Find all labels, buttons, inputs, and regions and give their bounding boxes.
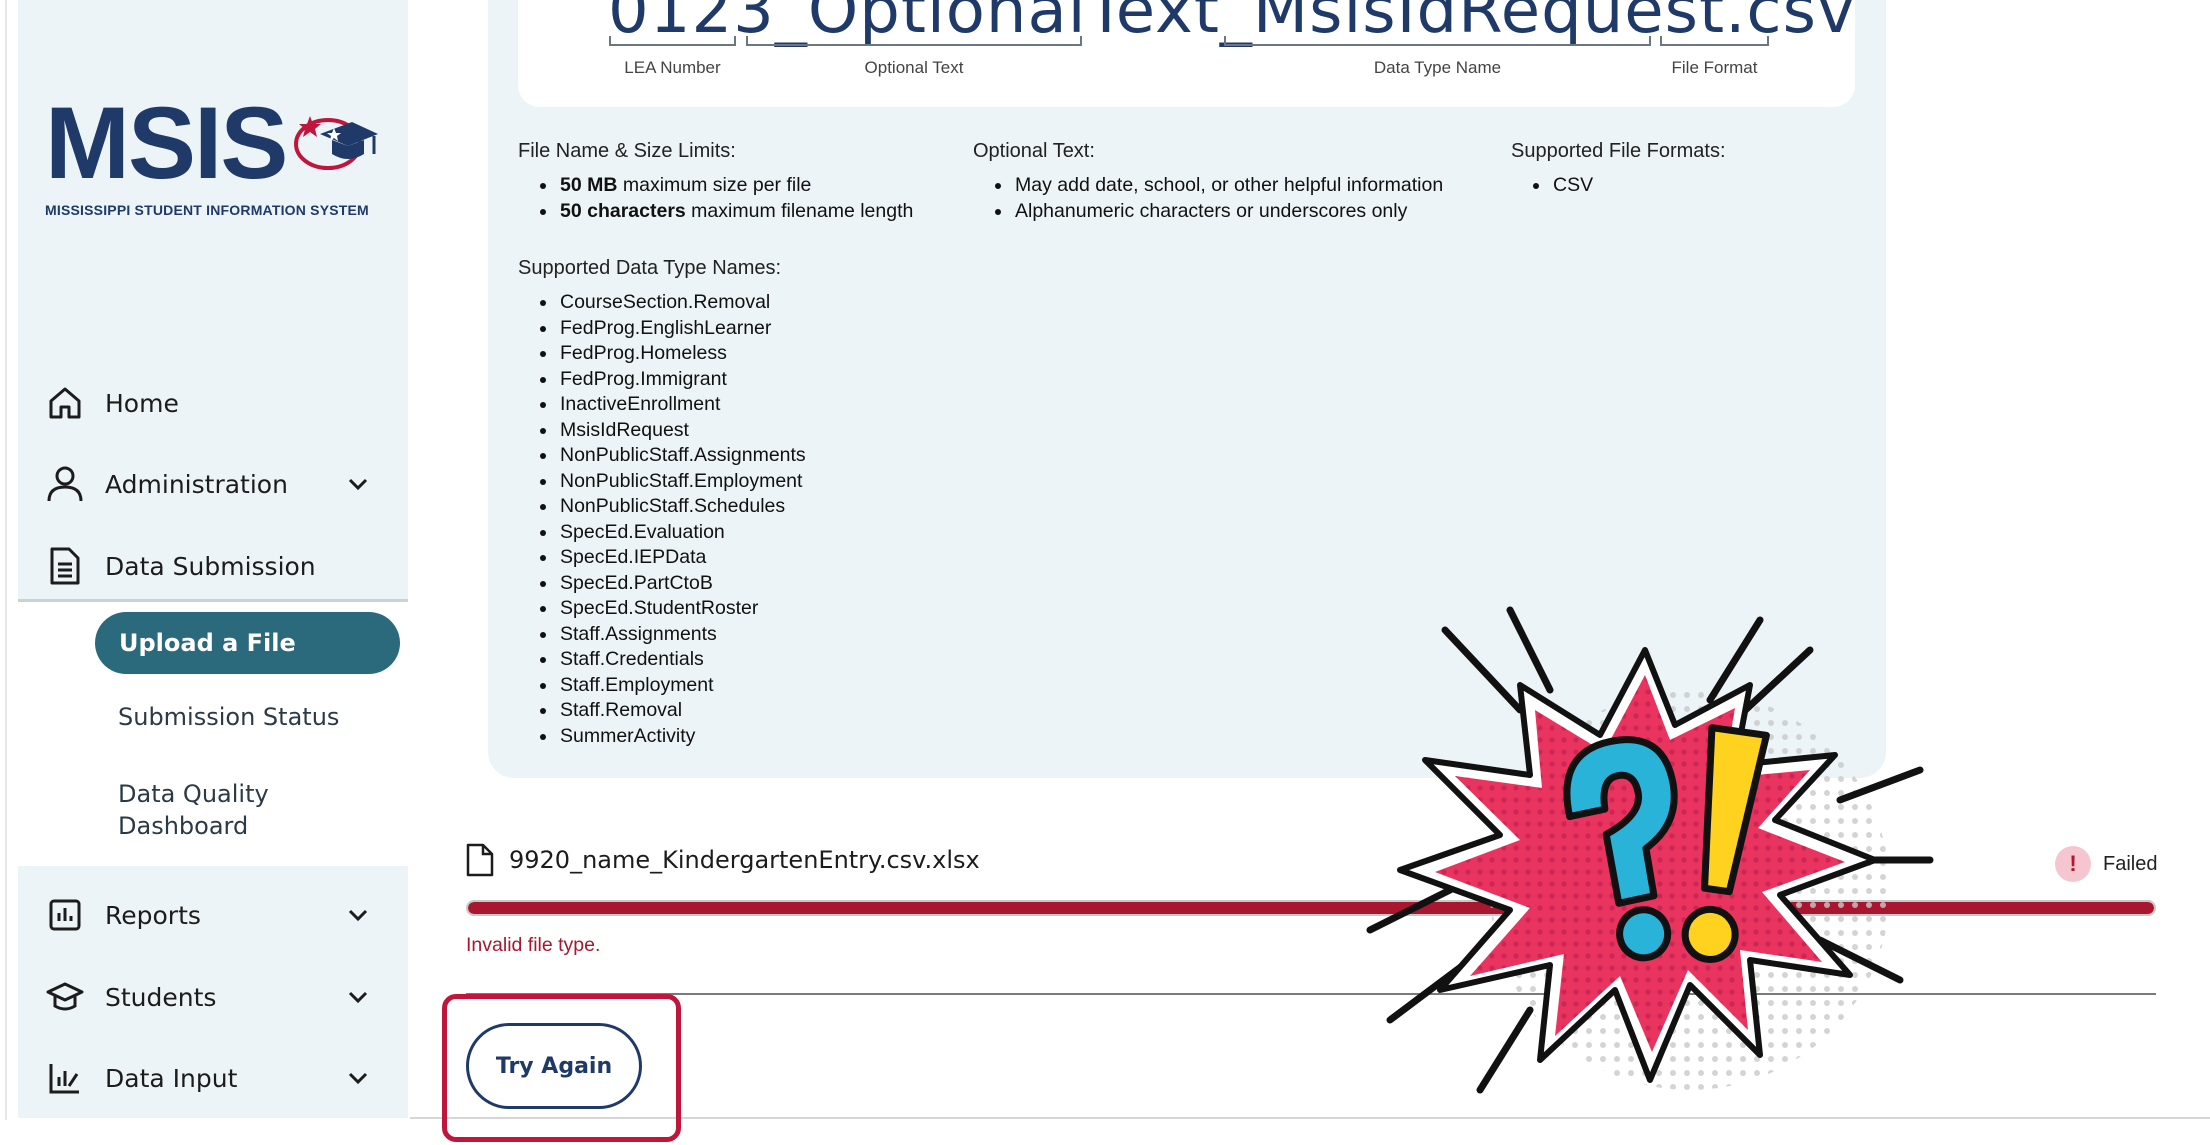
filename-format-card: 0123_OptionalText_MsisIdRequest.csv LEA … [518, 0, 1855, 107]
app-window: MSIS MISSISSIPPI STUDENT INFORMATION SYS… [0, 0, 2210, 1145]
list-item: 50 MB maximum size per file [558, 173, 913, 199]
sidebar-item-administration[interactable]: Administration [45, 459, 385, 509]
segment-label-lea-number: LEA Number [624, 58, 721, 77]
graduation-cap-icon [45, 977, 85, 1017]
sidebar-item-data-submission[interactable]: Data Submission [45, 541, 385, 591]
data-type-item: NonPublicStaff.Assignments [558, 443, 806, 469]
data-type-item: NonPublicStaff.Employment [558, 469, 806, 495]
file-icon [466, 843, 494, 877]
list-item: CSV [1551, 173, 1593, 199]
chevron-down-icon[interactable] [346, 472, 370, 496]
chevron-down-icon[interactable] [346, 985, 370, 1009]
graduation-cap-logo-icon [294, 116, 378, 170]
segment-bracket [1224, 36, 1651, 46]
sidebar-item-label: Students [105, 982, 217, 1012]
limit-value: 50 MB [560, 174, 618, 196]
sidebar-item-label: Home [105, 388, 179, 418]
user-icon [45, 464, 85, 504]
segment-bracket [609, 36, 736, 46]
data-type-item: FedProg.EnglishLearner [558, 316, 806, 342]
home-icon [45, 383, 85, 423]
upload-status: ! Failed [2055, 846, 2157, 882]
highlight-box [442, 994, 681, 1142]
formats-title: Supported File Formats: [1511, 140, 1726, 162]
data-type-item: Staff.Employment [558, 673, 806, 699]
data-input-icon [45, 1058, 85, 1098]
data-type-item: NonPublicStaff.Schedules [558, 494, 806, 520]
data-type-item: SpecEd.StudentRoster [558, 596, 806, 622]
optional-text-list: May add date, school, or other helpful i… [973, 173, 1443, 224]
data-type-item: InactiveEnrollment [558, 392, 806, 418]
sidebar-item-label: Reports [105, 900, 201, 930]
segment-bracket [1660, 36, 1769, 46]
sidebar-item-label: Data Input [105, 1063, 238, 1093]
sidebar-item-reports[interactable]: Reports [45, 890, 385, 940]
formats-list: CSV [1511, 173, 1593, 199]
list-item: May add date, school, or other helpful i… [1013, 173, 1443, 199]
optional-text-title: Optional Text: [973, 140, 1095, 162]
sidebar-subitem-submission-status[interactable]: Submission Status [118, 703, 339, 731]
uploaded-file-row: 9920_name_KindergartenEntry.csv.xlsx [465, 843, 980, 877]
sidebar-item-students[interactable]: Students [45, 972, 385, 1022]
sidebar-subitem-label-line: Data Quality [118, 780, 269, 808]
data-type-item: Staff.Removal [558, 698, 806, 724]
data-type-item: FedProg.Immigrant [558, 367, 806, 393]
error-icon: ! [2055, 846, 2091, 882]
data-type-item: SpecEd.IEPData [558, 545, 806, 571]
sidebar-item-label: Data Submission [105, 551, 316, 581]
chevron-down-icon[interactable] [346, 903, 370, 927]
data-types-list: CourseSection.RemovalFedProg.EnglishLear… [518, 290, 806, 749]
limit-text: maximum size per file [617, 174, 812, 196]
data-type-item: SpecEd.PartCtoB [558, 571, 806, 597]
limit-text: maximum filename length [685, 199, 914, 222]
data-type-item: SummerActivity [558, 724, 806, 750]
document-icon [45, 546, 85, 586]
list-item: Alphanumeric characters or underscores o… [1013, 199, 1443, 225]
sidebar-divider [18, 599, 408, 602]
data-type-item: Staff.Assignments [558, 622, 806, 648]
data-type-item: Staff.Credentials [558, 647, 806, 673]
segment-bracket [746, 36, 1082, 46]
limits-title: File Name & Size Limits: [518, 140, 736, 162]
chart-icon [45, 895, 85, 935]
list-item: 50 characters maximum filename length [558, 199, 913, 225]
segment-label-file-format: File Format [1671, 58, 1758, 77]
data-type-item: CourseSection.Removal [558, 290, 806, 316]
limits-list: 50 MB maximum size per file 50 character… [518, 173, 913, 224]
window-edge [5, 0, 7, 1120]
data-type-item: SpecEd.Evaluation [558, 520, 806, 546]
data-types-title: Supported Data Type Names: [518, 257, 782, 279]
sidebar-subitem-upload-a-file[interactable]: Upload a File [95, 612, 400, 674]
chevron-down-icon[interactable] [346, 1066, 370, 1090]
limit-value: 50 characters [560, 199, 686, 222]
sidebar-item-home[interactable]: Home [45, 378, 385, 428]
sidebar-subitem-data-quality-dashboard[interactable]: Data Quality Dashboard [118, 778, 269, 842]
comic-burst-interrobang-icon [1366, 606, 1934, 1094]
error-message: Invalid file type. [466, 934, 601, 956]
data-type-item: FedProg.Homeless [558, 341, 806, 367]
sidebar-item-data-input[interactable]: Data Input [45, 1053, 385, 1103]
data-type-item: MsisIdRequest [558, 418, 806, 444]
status-label: Failed [2103, 852, 2158, 875]
segment-label-data-type-name: Data Type Name [1373, 58, 1502, 77]
sidebar-item-label: Administration [105, 469, 288, 499]
uploaded-file-name: 9920_name_KindergartenEntry.csv.xlsx [509, 846, 980, 874]
logo-subtitle: MISSISSIPPI STUDENT INFORMATION SYSTEM [45, 202, 369, 218]
sidebar-subitem-label-line: Dashboard [118, 812, 249, 840]
msis-logo[interactable]: MSIS MISSISSIPPI STUDENT INFORMATION SYS… [45, 92, 378, 218]
segment-label-optional-text: Optional Text [864, 58, 964, 77]
